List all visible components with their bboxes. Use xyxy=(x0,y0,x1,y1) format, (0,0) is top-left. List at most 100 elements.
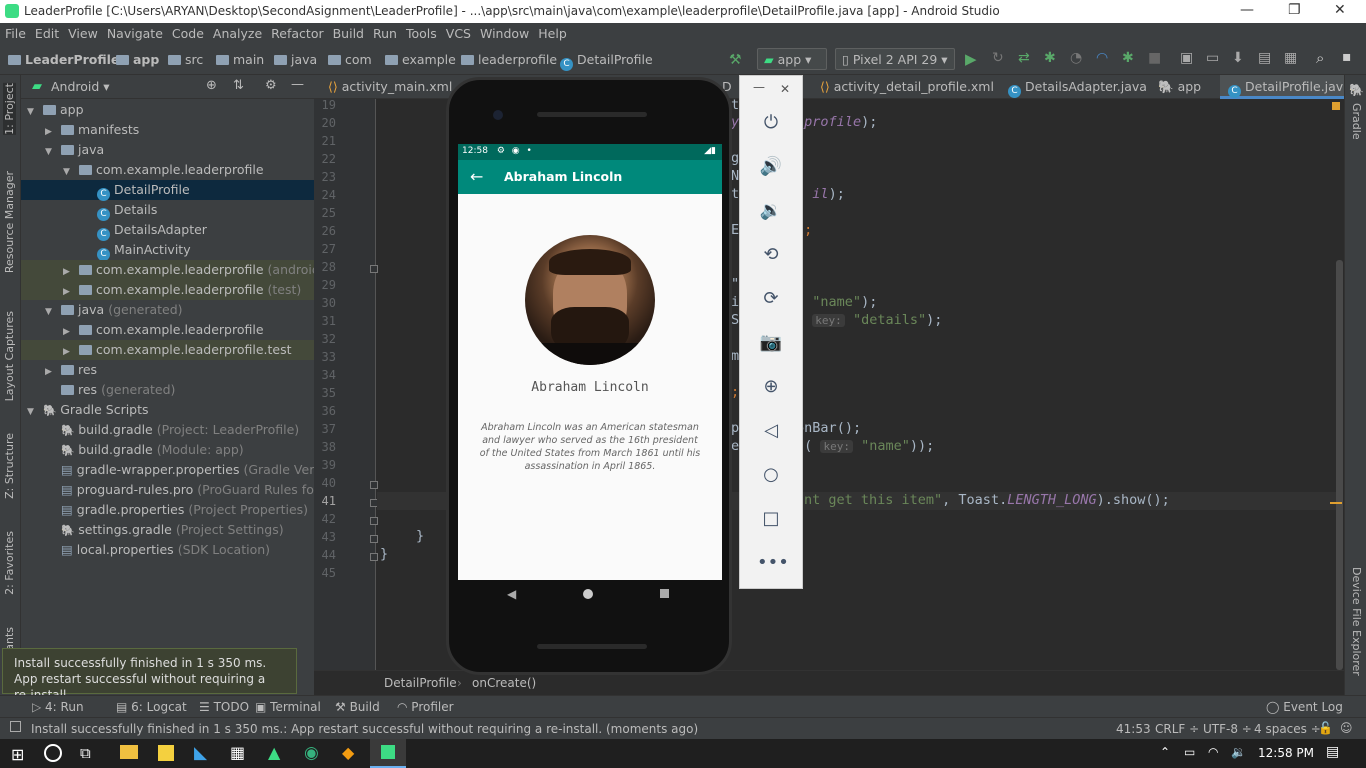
tree-item[interactable]: C DetailProfile xyxy=(21,180,314,201)
emulator-close-button[interactable]: ✕ xyxy=(780,82,790,96)
emulator-taskbar-button[interactable] xyxy=(370,739,406,768)
clock[interactable]: 12:58 PM xyxy=(1258,746,1314,760)
tree-item[interactable]: ▤ gradle-wrapper.properties (Gradle Versi… xyxy=(21,460,345,480)
tab-logcat[interactable]: ▤ 6: Logcat xyxy=(116,700,187,714)
settings-icon[interactable]: ▪ xyxy=(1342,49,1352,65)
fold-marker-icon[interactable] xyxy=(370,535,378,543)
avd-manager-icon[interactable]: ▭ xyxy=(1206,50,1219,66)
menu-edit[interactable]: Edit xyxy=(30,23,63,41)
zoom-icon[interactable]: ⊕ xyxy=(757,373,785,401)
file-encoding[interactable]: UTF-8 ÷ xyxy=(1203,722,1252,736)
menu-build[interactable]: Build xyxy=(328,23,368,41)
run-icon[interactable]: ▶ xyxy=(965,50,977,68)
apply-changes-icon[interactable]: ↻ xyxy=(992,50,1004,66)
git-icon[interactable]: ◆ xyxy=(342,743,354,762)
stop-icon[interactable]: ■ xyxy=(1148,50,1161,66)
expand-arrow-icon[interactable]: ▼ xyxy=(63,162,73,182)
camera-icon[interactable]: 📷 xyxy=(757,329,785,357)
rotate-left-icon[interactable]: ⟲ xyxy=(757,241,785,269)
back-icon[interactable]: ◁ xyxy=(757,417,785,445)
tree-item[interactable]: res (generated) xyxy=(21,380,314,400)
lock-icon[interactable]: 🔓 xyxy=(1318,721,1333,735)
menu-run[interactable]: Run xyxy=(368,23,401,41)
expand-arrow-icon[interactable]: ▼ xyxy=(27,402,37,422)
install-notification[interactable]: Install successfully finished in 1 s 350… xyxy=(2,648,297,702)
editor-scrollbar[interactable] xyxy=(1336,260,1343,670)
menu-file[interactable]: File xyxy=(0,23,30,41)
expand-arrow-icon[interactable]: ▶ xyxy=(63,322,73,342)
tree-item[interactable]: C DetailsAdapter xyxy=(21,220,314,241)
expand-arrow-icon[interactable]: ▶ xyxy=(45,122,55,142)
line-separator[interactable]: CRLF ÷ xyxy=(1155,722,1199,736)
menu-refactor[interactable]: Refactor xyxy=(266,23,327,41)
back-arrow-icon[interactable]: ← xyxy=(470,167,483,186)
tree-item[interactable]: ▶ com.example.leaderprofile.test xyxy=(21,340,314,360)
tab-project[interactable]: 1: Project xyxy=(3,83,16,135)
status-message[interactable]: Install successfully finished in 1 s 350… xyxy=(31,722,698,736)
sticky-notes-icon[interactable] xyxy=(158,745,174,761)
tab-resource-manager[interactable]: Resource Manager xyxy=(3,171,16,273)
action-center-icon[interactable]: ▤ xyxy=(1326,744,1339,760)
tree-item[interactable]: ▼ java (generated) xyxy=(21,300,314,320)
profile-icon[interactable]: ◠ xyxy=(1096,50,1108,66)
nav-recents-icon[interactable] xyxy=(660,589,669,598)
menu-view[interactable]: View xyxy=(63,23,102,41)
wifi-icon[interactable]: ◠ xyxy=(1208,745,1218,759)
edge-icon[interactable]: ◉ xyxy=(304,743,319,763)
sdk-manager-icon[interactable]: ⬇ xyxy=(1232,50,1244,66)
tab-build[interactable]: ⚒ Build xyxy=(335,700,380,714)
nav-home-icon[interactable] xyxy=(583,589,593,599)
minimize-button[interactable]: — xyxy=(1240,2,1254,18)
close-button[interactable]: ✕ xyxy=(1334,2,1346,18)
tree-item[interactable]: ▶ com.example.leaderprofile (androidTest) xyxy=(21,260,349,282)
gear-icon[interactable]: ⚙ xyxy=(265,78,277,93)
tree-item[interactable]: C MainActivity xyxy=(21,240,314,261)
more-icon[interactable]: ••• xyxy=(757,549,789,577)
tab-profiler[interactable]: ◠ Profiler xyxy=(397,700,454,714)
tab-activity-detail-profile-xml[interactable]: ⟨⟩ activity_detail_profile.xml xyxy=(812,75,1002,99)
rotate-right-icon[interactable]: ⟳ xyxy=(757,285,785,313)
hammer-icon[interactable]: ⚒ xyxy=(729,52,742,68)
tab-terminal[interactable]: ▣ Terminal xyxy=(255,700,321,714)
sync-project-icon[interactable]: ▣ xyxy=(1180,50,1193,66)
hide-icon[interactable]: — xyxy=(291,77,304,92)
nav-back-icon[interactable]: ◀ xyxy=(507,587,516,601)
menu-analyze[interactable]: Analyze xyxy=(208,23,266,41)
tree-item[interactable]: ▤ proguard-rules.pro (ProGuard Rules for … xyxy=(21,480,351,500)
tree-item[interactable]: ▶ com.example.leaderprofile xyxy=(21,320,314,340)
volume-down-icon[interactable]: 🔉 xyxy=(757,197,785,225)
emulator-minimize-button[interactable]: — xyxy=(753,80,765,94)
breadcrumb-app[interactable]: app xyxy=(116,52,159,67)
breadcrumb-leaderprofile[interactable]: leaderprofile xyxy=(461,52,557,67)
tray-device-icon[interactable]: ▭ xyxy=(1184,745,1195,759)
caret-position[interactable]: 41:53 xyxy=(1116,722,1151,736)
menu-code[interactable]: Code xyxy=(167,23,208,41)
apply-code-changes-icon[interactable]: ⇄ xyxy=(1018,50,1030,66)
breadcrumb-com[interactable]: com xyxy=(328,52,372,67)
tree-item[interactable]: ▤ local.properties (SDK Location) xyxy=(21,540,314,560)
tree-item[interactable]: ▼ com.example.leaderprofile xyxy=(21,160,314,180)
crumb-class[interactable]: DetailProfile xyxy=(384,676,457,690)
vscode-icon[interactable]: ◣ xyxy=(194,743,207,763)
device-select[interactable]: ▯ Pixel 2 API 29 ▾ xyxy=(835,48,955,70)
tab-event-log[interactable]: ◯ Event Log xyxy=(1266,700,1343,714)
expand-arrow-icon[interactable]: ▼ xyxy=(27,102,37,122)
expand-arrow-icon[interactable]: ▶ xyxy=(63,262,73,282)
inspector-icon[interactable]: ☺ xyxy=(1340,721,1353,735)
tree-item[interactable]: ▶ manifests xyxy=(21,120,314,140)
tab-activity-main-xml[interactable]: ⟨⟩ activity_main.xml xyxy=(320,75,460,99)
tree-item[interactable]: ▼ app xyxy=(21,100,314,120)
menu-vcs[interactable]: VCS xyxy=(441,23,475,41)
breadcrumb-example[interactable]: example xyxy=(385,52,456,67)
tree-item[interactable]: ▼ 🐘 Gradle Scripts xyxy=(21,400,314,420)
menu-navigate[interactable]: Navigate xyxy=(102,23,167,41)
locate-icon[interactable]: ⊕ xyxy=(206,78,217,93)
breadcrumb-java[interactable]: java xyxy=(274,52,317,67)
tab-gradle[interactable]: Gradle xyxy=(1350,103,1363,140)
tab-details-adapter-java[interactable]: C DetailsAdapter.java xyxy=(1000,75,1155,99)
file-explorer-icon[interactable] xyxy=(120,745,138,759)
calculator-icon[interactable]: ▦ xyxy=(230,743,245,762)
tab-detail-profile-java[interactable]: C DetailProfile.java xyxy=(1220,75,1359,99)
overview-icon[interactable]: □ xyxy=(757,505,785,533)
indent-setting[interactable]: 4 spaces ÷ xyxy=(1254,722,1321,736)
